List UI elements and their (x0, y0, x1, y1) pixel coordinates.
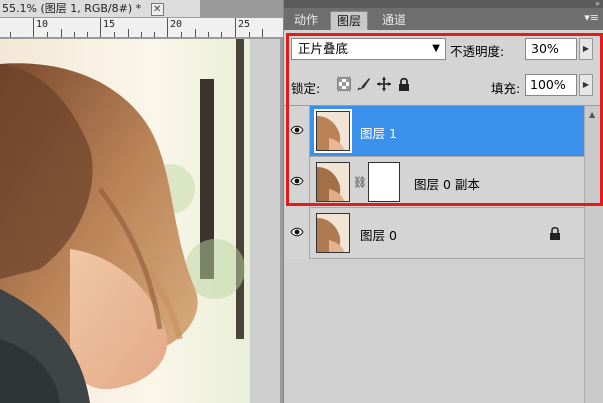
ruler-label: 20 (170, 19, 183, 30)
panel-menu-icon[interactable]: ▾≡ (584, 11, 599, 24)
ruler-tick (33, 18, 34, 37)
panel-dock-bar: » (284, 0, 603, 8)
horizontal-ruler: 10 15 20 25 (0, 18, 283, 38)
ruler-tick (262, 29, 263, 37)
close-icon[interactable]: ✕ (150, 2, 164, 16)
ruler-tick (100, 18, 101, 37)
tab-channels[interactable]: 通道 (376, 11, 412, 30)
ruler-label: 10 (36, 19, 49, 30)
ruler-tick (154, 32, 155, 37)
layer-thumbnail[interactable] (316, 213, 350, 253)
ruler-tick (181, 32, 182, 37)
annotation-highlight-box (286, 33, 603, 206)
ruler-tick (114, 32, 115, 37)
ruler-tick (10, 32, 11, 37)
visibility-toggle[interactable] (284, 208, 310, 259)
tab-actions[interactable]: 动作 (288, 11, 324, 30)
canvas-vertical-scrollbar[interactable] (250, 39, 280, 403)
eye-icon[interactable] (290, 227, 304, 237)
photo-image (0, 39, 250, 403)
ruler-tick (235, 18, 236, 37)
photoshop-window: 55.1% (图层 1, RGB/8#) * ✕ 10 15 20 25 » 动… (0, 0, 603, 403)
ruler-tick (195, 29, 196, 37)
layer-row-layer-0[interactable]: 图层 0 (284, 208, 584, 259)
ruler-label: 15 (103, 19, 116, 30)
ruler-tick (128, 29, 129, 37)
document-title: 55.1% (图层 1, RGB/8#) * (2, 2, 142, 15)
ruler-tick (61, 29, 62, 37)
image-canvas[interactable] (0, 39, 250, 403)
panel-tab-bar: 动作 图层 通道 ▾≡ (284, 8, 603, 30)
lock-icon (550, 226, 560, 240)
ruler-tick (47, 32, 48, 37)
collapse-icon[interactable]: » (595, 0, 600, 8)
document-tab[interactable]: 55.1% (图层 1, RGB/8#) * ✕ (0, 0, 200, 18)
document-area: 55.1% (图层 1, RGB/8#) * ✕ 10 15 20 25 (0, 0, 283, 403)
ruler-tick (208, 32, 209, 37)
ruler-tick (141, 32, 142, 37)
ruler-label: 25 (238, 19, 251, 30)
ruler-tick (221, 32, 222, 37)
ruler-tick (74, 32, 75, 37)
layer-name[interactable]: 图层 0 (360, 225, 397, 244)
ruler-tick (87, 32, 88, 37)
ruler-tick (249, 32, 250, 37)
tab-layers[interactable]: 图层 (330, 11, 369, 30)
ruler-tick (167, 18, 168, 37)
